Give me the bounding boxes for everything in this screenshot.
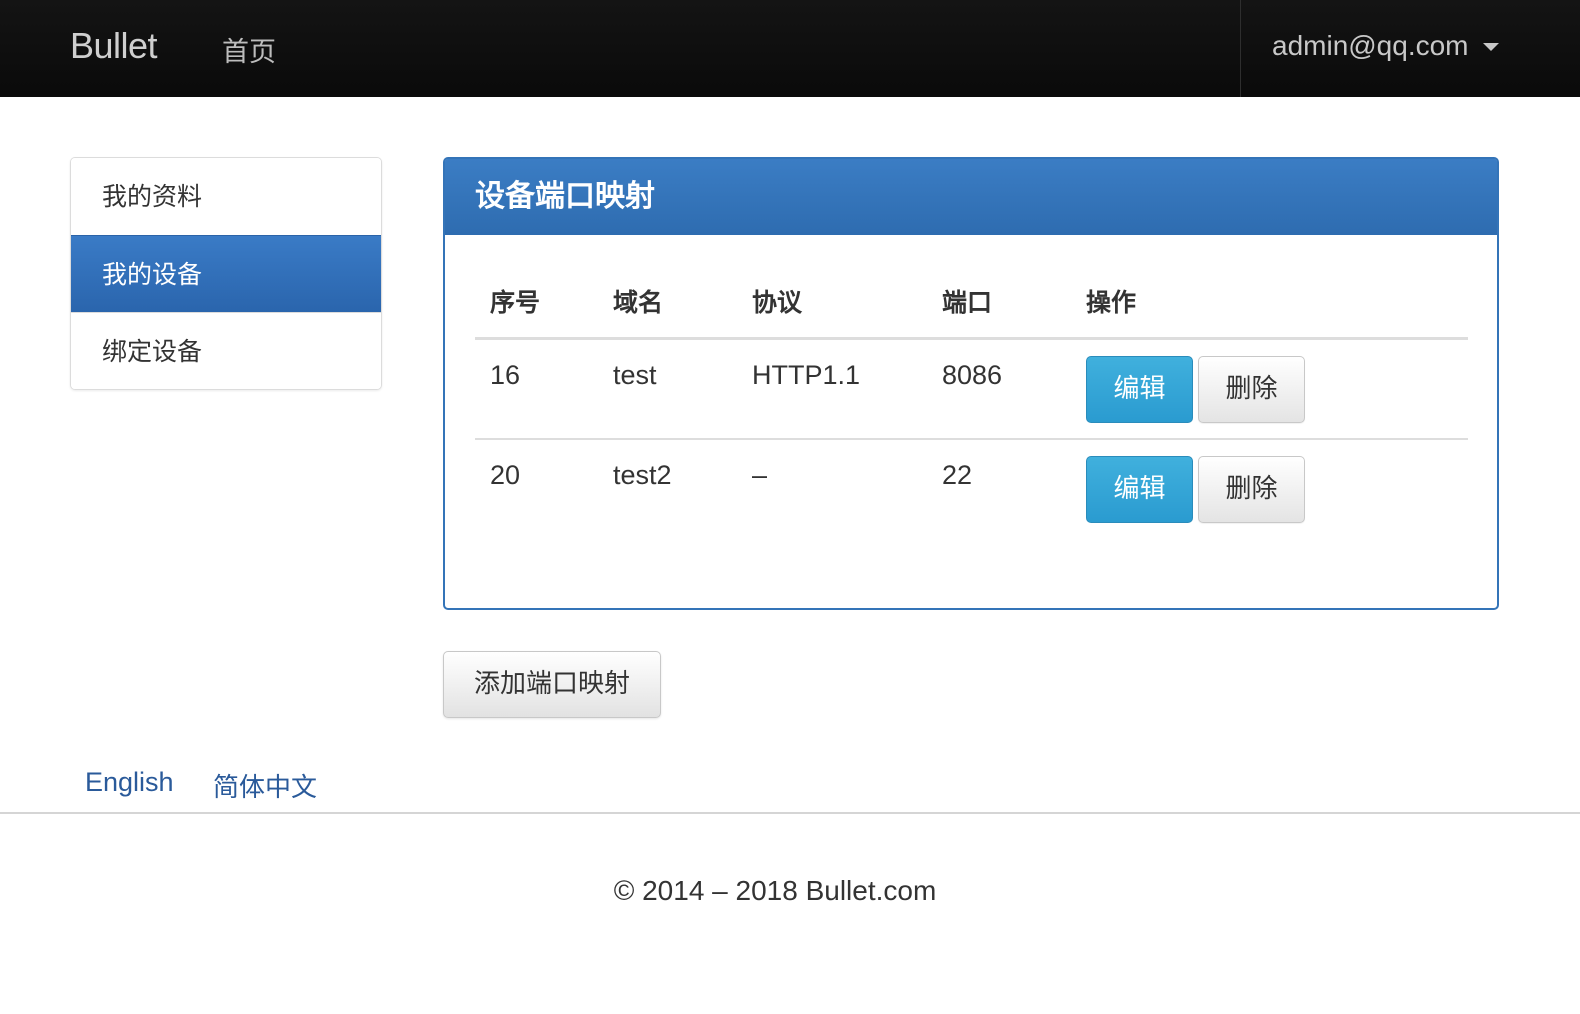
- navbar-divider: [1240, 0, 1241, 97]
- edit-button[interactable]: 编辑: [1086, 456, 1193, 523]
- sidebar-item-my-devices[interactable]: 我的设备: [71, 235, 381, 312]
- cell-protocol: –: [752, 460, 768, 490]
- cell-domain: test2: [613, 460, 672, 490]
- cell-port: 22: [942, 460, 973, 490]
- table-header-row: 序号 域名 协议 端口 操作: [475, 265, 1468, 340]
- edit-button[interactable]: 编辑: [1086, 355, 1193, 423]
- delete-button[interactable]: 删除: [1198, 456, 1305, 523]
- footer-divider: [0, 812, 1580, 814]
- user-menu-dropdown[interactable]: admin@qq.com: [1272, 30, 1499, 62]
- brand-link[interactable]: Bullet: [70, 25, 158, 67]
- table-row: 20 test2 – 22 编辑 删除: [475, 439, 1468, 540]
- column-header-port: 端口: [927, 265, 1071, 340]
- column-header-id: 序号: [475, 265, 598, 340]
- column-header-protocol: 协议: [737, 265, 927, 340]
- top-navbar: Bullet 首页 admin@qq.com: [0, 0, 1580, 97]
- cell-id: 16: [475, 338, 598, 440]
- panel-title: 设备端口映射: [445, 159, 1497, 235]
- column-header-actions: 操作: [1071, 265, 1468, 340]
- cell-port: 8086: [927, 338, 1071, 440]
- sidebar-item-my-profile[interactable]: 我的资料: [71, 158, 381, 235]
- sidebar-menu: 我的资料 我的设备 绑定设备: [70, 157, 382, 390]
- cell-id: 20: [490, 460, 521, 490]
- language-chinese-link[interactable]: 简体中文: [213, 767, 317, 804]
- caret-down-icon: [1482, 43, 1499, 51]
- column-header-domain: 域名: [598, 265, 737, 340]
- cell-actions: 编辑 删除: [1071, 439, 1468, 540]
- add-port-mapping-button[interactable]: 添加端口映射: [443, 651, 661, 718]
- port-mapping-panel: 设备端口映射 序号 域名 协议 端口 操作 16 test HTTP1.1 80…: [443, 157, 1499, 610]
- sidebar-item-bind-device[interactable]: 绑定设备: [71, 312, 381, 389]
- port-mapping-table: 序号 域名 协议 端口 操作 16 test HTTP1.1 8086 编辑 删除…: [475, 265, 1468, 540]
- language-english-link[interactable]: English: [85, 767, 174, 798]
- nav-home-link[interactable]: 首页: [222, 30, 276, 69]
- user-email: admin@qq.com: [1272, 30, 1469, 61]
- cell-actions: 编辑 删除: [1071, 338, 1468, 440]
- cell-domain: test: [598, 338, 737, 440]
- cell-protocol: HTTP1.1: [737, 338, 927, 440]
- delete-button[interactable]: 删除: [1198, 355, 1305, 423]
- table-row: 16 test HTTP1.1 8086 编辑 删除: [475, 338, 1468, 440]
- copyright-text: © 2014 – 2018 Bullet.com: [613, 875, 937, 906]
